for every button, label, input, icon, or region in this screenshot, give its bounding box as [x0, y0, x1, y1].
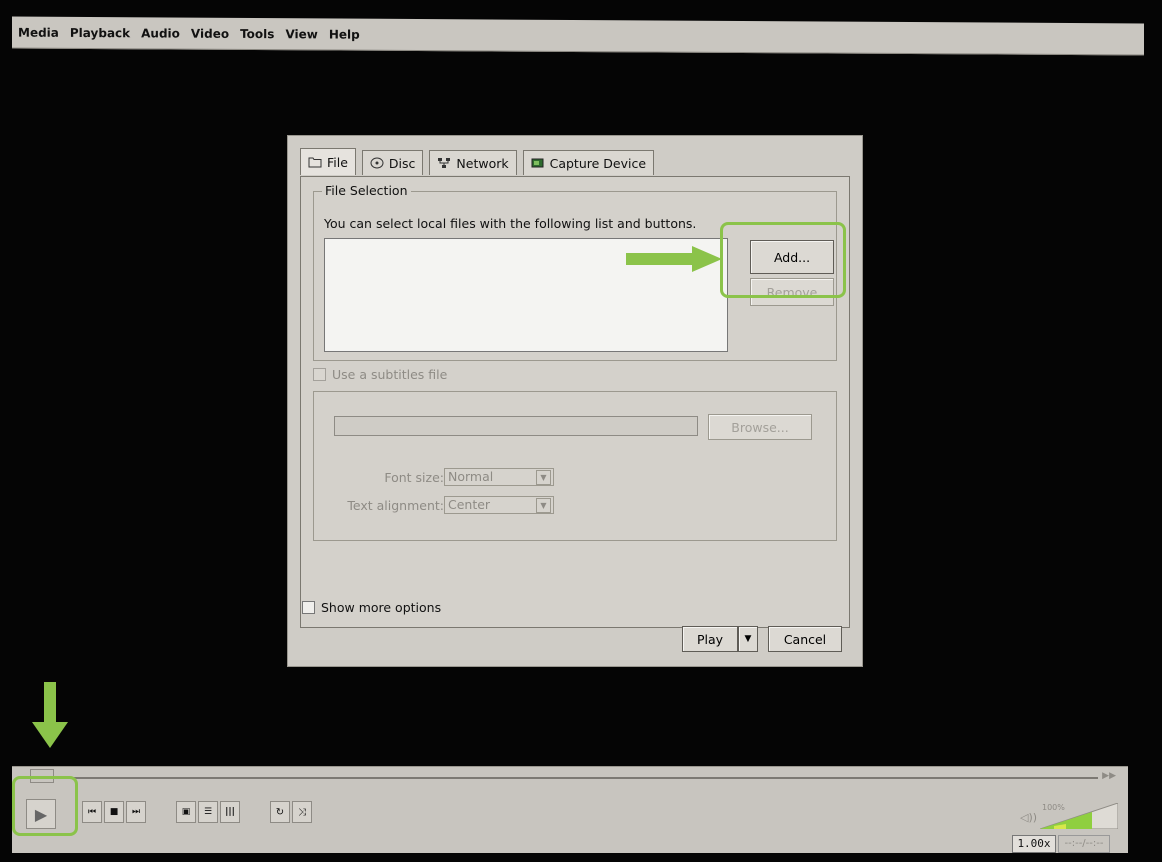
time-display[interactable]: --:--/--:-- — [1058, 835, 1110, 853]
text-alignment-label: Text alignment: — [347, 498, 444, 513]
show-more-options-label: Show more options — [321, 600, 442, 615]
tab-capture-device[interactable]: Capture Device — [522, 150, 655, 175]
loop-icon: ↻ — [275, 806, 285, 818]
arrow-right-icon — [626, 246, 722, 272]
folder-icon — [308, 157, 322, 168]
chevron-down-icon: ▼ — [536, 498, 551, 513]
next-button[interactable]: ⏭ — [126, 801, 146, 823]
stop-icon: ■ — [109, 807, 119, 817]
add-button-highlight — [720, 222, 846, 298]
menu-help[interactable]: Help — [329, 27, 360, 41]
fullscreen-button[interactable]: ▣ — [176, 801, 196, 823]
subtitles-group: Browse... Font size: Normal ▼ Text align… — [313, 391, 837, 541]
tab-disc[interactable]: Disc — [361, 150, 424, 175]
font-size-label: Font size: — [384, 470, 444, 485]
use-subtitles-label: Use a subtitles file — [332, 367, 448, 382]
use-subtitles-checkbox[interactable]: Use a subtitles file — [313, 367, 447, 382]
tab-file[interactable]: File — [300, 148, 356, 175]
menu-media[interactable]: Media — [18, 25, 59, 39]
font-size-value: Normal — [448, 469, 494, 484]
show-more-options[interactable]: Show more options — [302, 600, 441, 615]
capture-device-icon — [531, 158, 544, 168]
chevron-down-icon: ▼ — [536, 470, 551, 485]
subtitles-file-input[interactable] — [334, 416, 698, 436]
file-selection-legend: File Selection — [322, 183, 411, 198]
tab-disc-label: Disc — [388, 155, 416, 171]
volume-percent: 100% — [1042, 803, 1065, 812]
play-button[interactable]: Play — [682, 626, 738, 652]
menu-tools[interactable]: Tools — [240, 26, 274, 40]
show-more-options-checkbox[interactable] — [302, 601, 315, 614]
menu-audio[interactable]: Audio — [141, 26, 180, 40]
file-selection-hint: You can select local files with the foll… — [324, 216, 697, 231]
seek-slider[interactable] — [52, 777, 1098, 779]
volume-icon[interactable]: ◁)) — [1020, 811, 1037, 824]
playback-speed[interactable]: 1.00x — [1012, 835, 1056, 853]
open-media-dialog: File Disc Network Capture Device File Se… — [288, 136, 862, 666]
menu-view[interactable]: View — [285, 27, 317, 41]
player-controls-bar: ▶▶ ▶ ⏮ ■ ⏭ ▣ ☰ ||| ↻ ⤨ ◁)) 100% 1.00x --… — [12, 766, 1128, 853]
tab-file-label: File — [327, 154, 348, 170]
network-icon — [438, 158, 451, 168]
chevron-down-icon: ▼ — [744, 634, 752, 644]
playlist-button[interactable]: ☰ — [198, 801, 218, 823]
use-subtitles-checkbox-box[interactable] — [313, 368, 326, 381]
next-icon: ⏭ — [131, 807, 141, 817]
shuffle-icon: ⤨ — [298, 806, 306, 818]
play-button-highlight — [12, 776, 78, 836]
menu-video[interactable]: Video — [191, 26, 229, 40]
play-options-dropdown[interactable]: ▼ — [738, 626, 758, 652]
loop-button[interactable]: ↻ — [270, 801, 290, 823]
text-alignment-value: Center — [448, 497, 491, 512]
tab-network[interactable]: Network — [429, 150, 517, 175]
previous-button[interactable]: ⏮ — [82, 801, 102, 823]
tab-capture-device-label: Capture Device — [549, 155, 647, 171]
playlist-icon: ☰ — [203, 807, 213, 817]
menu-bar: Media Playback Audio Video Tools View He… — [12, 16, 1144, 56]
tab-bar: File Disc Network Capture Device — [300, 148, 660, 176]
fullscreen-icon: ▣ — [181, 807, 191, 817]
shuffle-button[interactable]: ⤨ — [292, 801, 312, 823]
tab-network-label: Network — [456, 155, 509, 171]
disc-icon — [370, 157, 384, 169]
stop-button[interactable]: ■ — [104, 801, 124, 823]
previous-icon: ⏮ — [87, 807, 97, 817]
extended-settings-icon: ||| — [225, 807, 235, 817]
menu-playback[interactable]: Playback — [70, 25, 130, 39]
cancel-button[interactable]: Cancel — [768, 626, 842, 652]
text-alignment-select[interactable]: Center ▼ — [444, 496, 554, 514]
seek-forward-icon: ▶▶ — [1102, 771, 1116, 781]
browse-button[interactable]: Browse... — [708, 414, 812, 440]
font-size-select[interactable]: Normal ▼ — [444, 468, 554, 486]
extended-settings-button[interactable]: ||| — [220, 801, 240, 823]
arrow-down-icon — [32, 682, 68, 748]
